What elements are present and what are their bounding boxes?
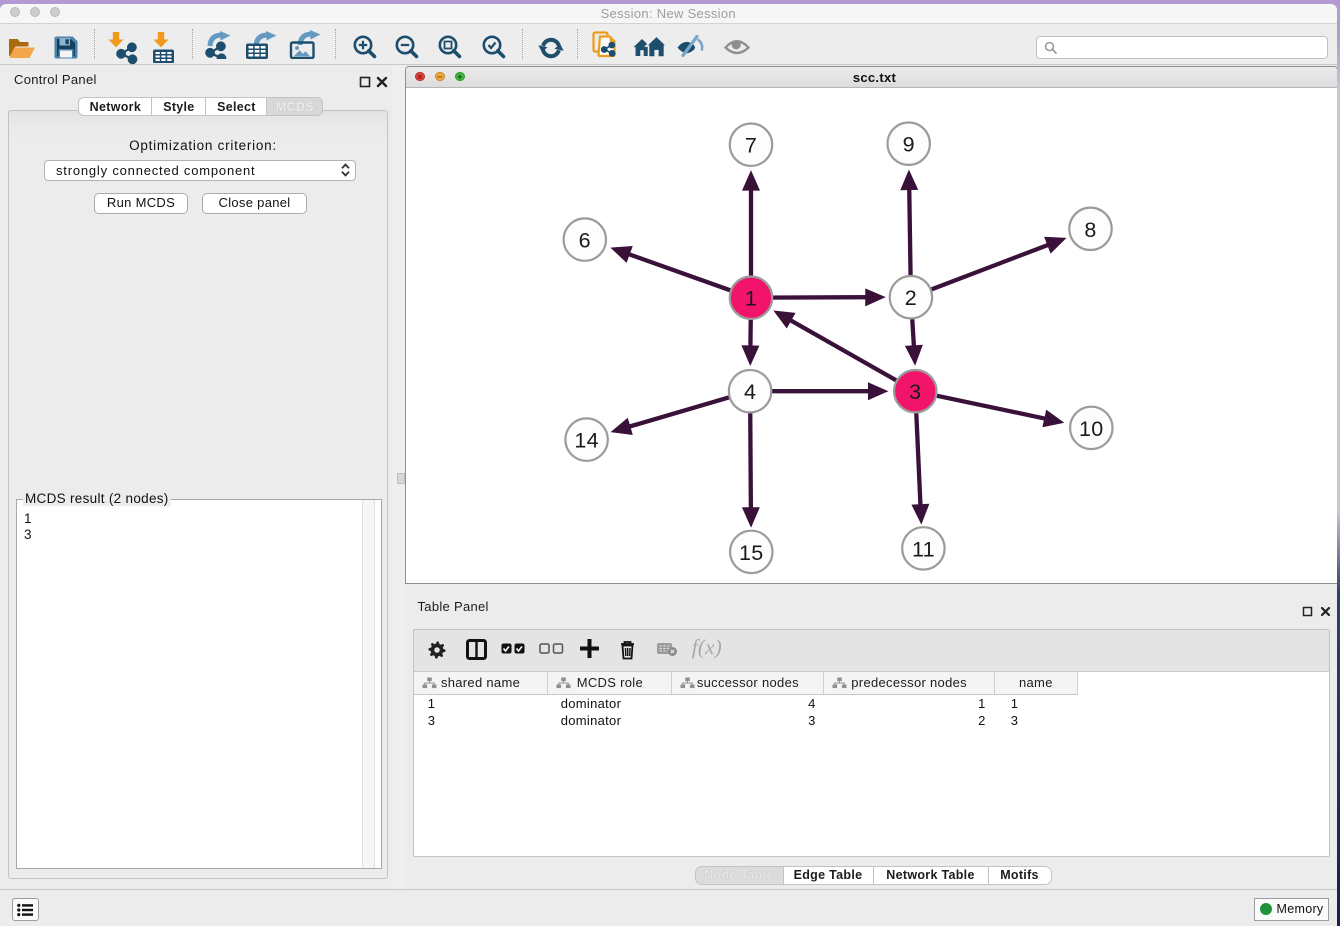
svg-text:7: 7 — [744, 134, 756, 158]
svg-text:11: 11 — [911, 537, 934, 561]
svg-text:6: 6 — [578, 229, 590, 253]
svg-text:2: 2 — [904, 286, 916, 310]
svg-text:15: 15 — [739, 541, 764, 565]
svg-text:1: 1 — [744, 287, 756, 311]
svg-text:8: 8 — [1084, 218, 1096, 242]
svg-text:9: 9 — [902, 133, 914, 157]
svg-text:3: 3 — [909, 380, 921, 404]
svg-text:4: 4 — [743, 380, 755, 404]
svg-text:14: 14 — [574, 429, 599, 453]
svg-text:10: 10 — [1079, 417, 1104, 441]
